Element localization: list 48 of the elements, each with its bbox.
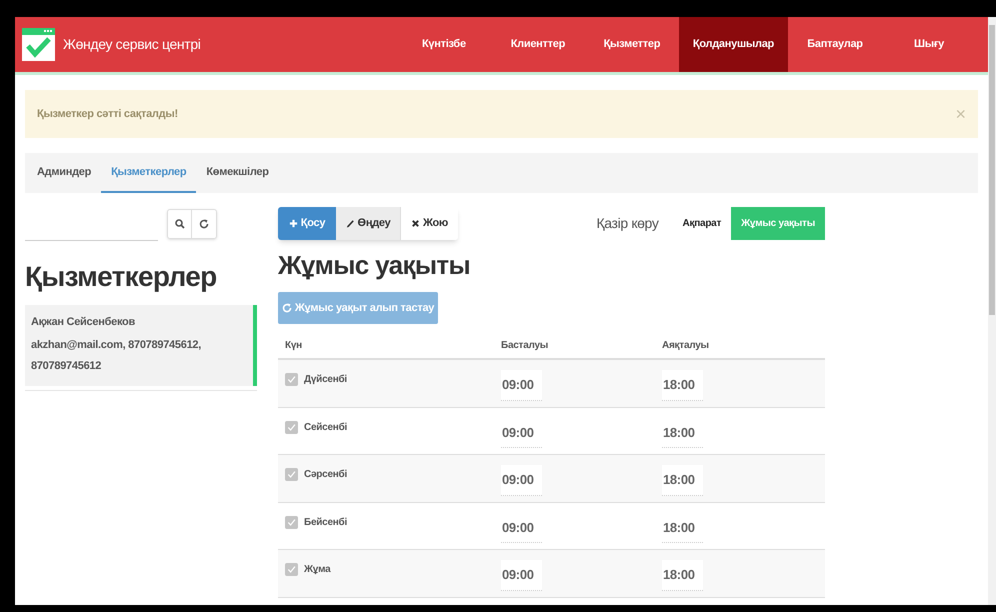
alert-message: Қызметкер сәтті сақталды! xyxy=(37,106,178,122)
checkbox[interactable] xyxy=(285,373,298,386)
employee-details: akzhan@mail.com, 870789745612, 870789745612 xyxy=(31,338,202,374)
checkbox[interactable] xyxy=(285,516,298,528)
day-label: Сейсенбі xyxy=(304,420,348,434)
cross-icon xyxy=(410,219,420,228)
toolbar-button[interactable]: Қосу xyxy=(278,207,336,240)
employee-card[interactable]: Ақжан Сейсенбеков akzhan@mail.com, 870789745612, 870789745612 xyxy=(25,305,257,386)
checkbox[interactable] xyxy=(285,468,298,481)
checkbox[interactable] xyxy=(285,563,298,576)
day-label: Бейсенбі xyxy=(304,516,348,530)
column-header: Күн xyxy=(285,338,302,352)
tab[interactable]: Қызметкерлер xyxy=(101,153,196,193)
time-field[interactable]: 18:00 xyxy=(662,465,703,496)
employee-name: Ақжан Сейсенбеков xyxy=(31,315,136,330)
nav-item[interactable]: Баптаулар xyxy=(788,17,882,72)
column-header: Аяқталуы xyxy=(662,338,709,352)
toolbar-button[interactable]: Өңдеу xyxy=(336,207,401,240)
day-label: Сәрсенбі xyxy=(304,468,348,482)
pencil-icon xyxy=(346,219,355,228)
logo-icon xyxy=(22,28,55,61)
day-label: Дүйсенбі xyxy=(304,373,347,387)
time-field[interactable]: 18:00 xyxy=(662,370,703,400)
nav-item[interactable]: Шығу xyxy=(882,17,976,72)
nav-item[interactable]: Қызметтер xyxy=(584,17,679,72)
view-option[interactable]: Ақпарат xyxy=(672,207,732,240)
time-field[interactable]: 09:00 xyxy=(501,465,542,496)
nav-item[interactable]: Қолданушылар xyxy=(678,17,788,72)
time-field[interactable]: 18:00 xyxy=(662,560,703,590)
refresh-icon xyxy=(282,303,292,313)
tab[interactable]: Көмекшілер xyxy=(196,153,279,193)
brand-title[interactable]: Жөндеу сервис центрі xyxy=(63,34,201,55)
checkbox[interactable] xyxy=(285,420,298,434)
view-label: Қазір көру xyxy=(596,214,658,233)
nav-item[interactable]: Күнтізбе xyxy=(396,17,491,72)
column-header: Басталуы xyxy=(501,338,548,352)
refresh-icon xyxy=(199,219,209,229)
search-icon xyxy=(174,219,184,229)
nav-item[interactable]: Клиенттер xyxy=(490,17,585,72)
tab[interactable]: Админдер xyxy=(27,153,102,193)
section-heading: Қызметкерлер xyxy=(25,263,218,291)
time-field[interactable]: 09:00 xyxy=(501,560,542,590)
toolbar-button[interactable]: Жою xyxy=(401,207,458,240)
scrollbar[interactable] xyxy=(988,17,996,605)
day-label: Жұма xyxy=(304,563,330,577)
time-field[interactable]: 09:00 xyxy=(501,370,542,400)
plus-icon xyxy=(288,219,298,228)
page-title: Жұмыс уақыты xyxy=(278,252,472,278)
